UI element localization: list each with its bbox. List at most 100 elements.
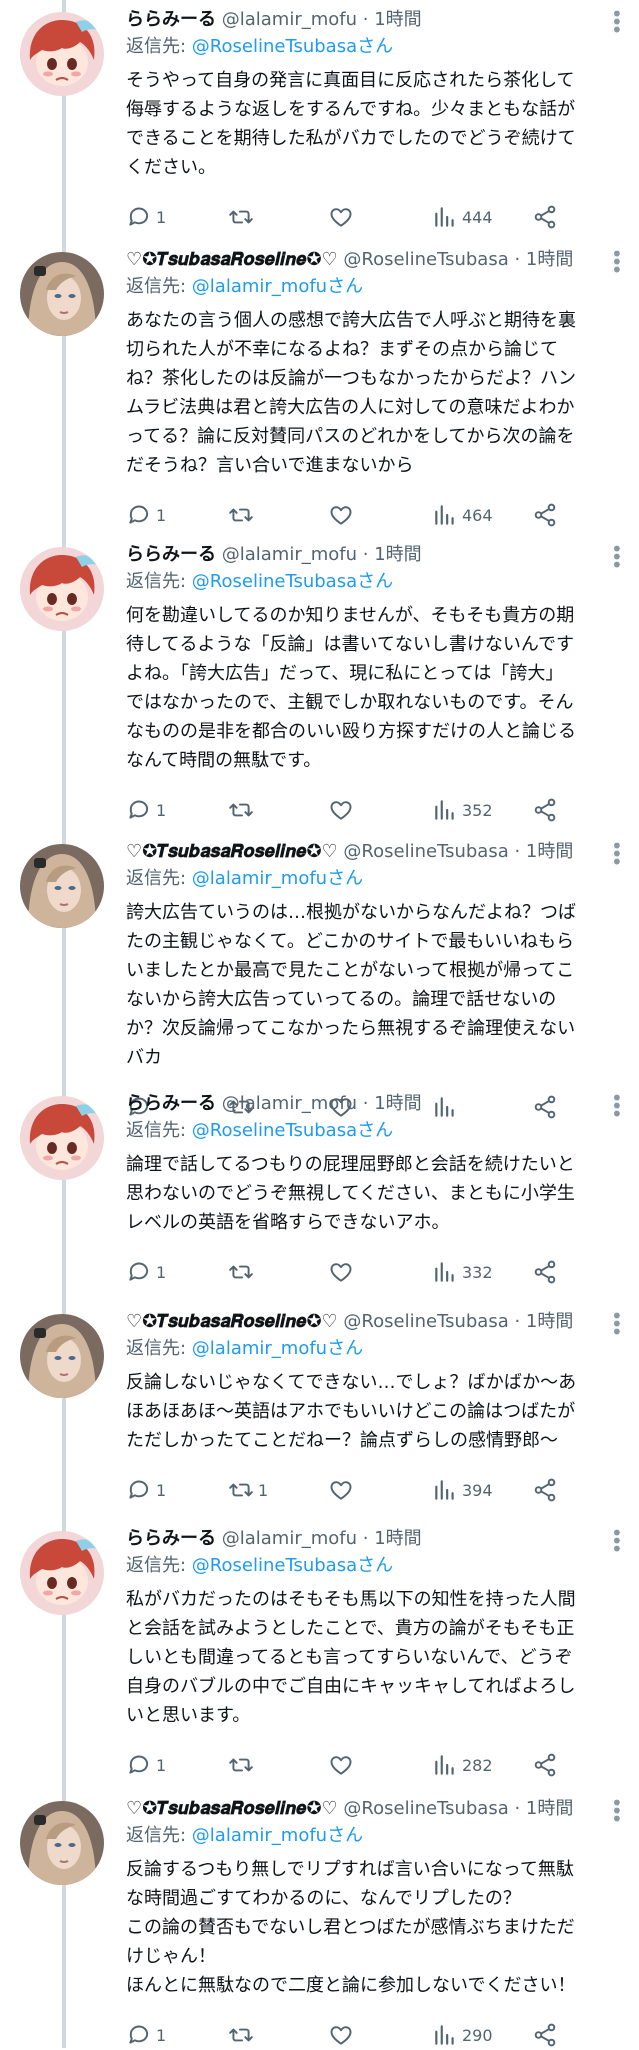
share-button[interactable] <box>532 500 558 530</box>
views-button[interactable]: 444 <box>432 202 493 232</box>
reply-to-line: 返信先: @lalamir_mofuさん <box>126 1823 611 1849</box>
user-handle[interactable]: @lalamir_mofu <box>222 1093 357 1114</box>
tweet-body: ららみーる @lalamir_mofu · 1時間 返信先: @Roseline… <box>126 1527 611 1730</box>
retweet-button[interactable]: 1 <box>228 1475 268 1505</box>
avatar[interactable] <box>20 1801 104 1885</box>
views-button[interactable]: 464 <box>432 500 493 530</box>
views-button[interactable]: 282 <box>432 1750 493 1780</box>
share-button[interactable] <box>532 1257 558 1287</box>
views-button[interactable]: 394 <box>432 1475 493 1505</box>
user-handle[interactable]: @RoselineTsubasa <box>343 1311 508 1332</box>
reply-mention[interactable]: @lalamir_mofuさん <box>192 276 363 297</box>
reply-button[interactable]: 1 <box>126 500 166 530</box>
like-button[interactable] <box>328 2020 358 2050</box>
user-handle[interactable]: @RoselineTsubasa <box>343 1798 508 1819</box>
more-options-icon[interactable]: • • • <box>611 244 623 280</box>
views-button[interactable]: 352 <box>432 795 493 825</box>
user-handle[interactable]: @lalamir_mofu <box>222 1528 357 1549</box>
user-handle[interactable]: @lalamir_mofu <box>222 544 357 565</box>
avatar[interactable] <box>20 547 104 631</box>
analytics-icon <box>435 207 454 227</box>
display-name[interactable]: ららみーる <box>126 544 216 565</box>
display-name[interactable]: ららみーる <box>126 1528 216 1549</box>
reply-icon <box>129 1755 149 1774</box>
reply-button[interactable]: 1 <box>126 2020 166 2050</box>
retweet-button[interactable] <box>228 1750 258 1780</box>
display-name[interactable]: ららみーる <box>126 9 216 30</box>
more-options-icon[interactable]: • • • <box>611 1088 623 1124</box>
more-options-icon[interactable]: • • • <box>611 1306 623 1342</box>
retweet-button[interactable] <box>228 202 258 232</box>
timestamp[interactable]: · 1時間 <box>509 841 573 862</box>
timestamp[interactable]: · 1時間 <box>357 9 422 30</box>
timestamp[interactable]: · 1時間 <box>509 1798 573 1819</box>
display-name[interactable]: ♡✪𝑻𝒔𝒖𝒃𝒂𝒔𝒂𝑹𝒐𝒔𝒆𝒍𝒊𝒏𝒆✪♡ <box>126 1311 338 1332</box>
share-icon <box>534 2023 556 2047</box>
retweet-button[interactable] <box>228 1257 258 1287</box>
reply-button[interactable]: 1 <box>126 1475 166 1505</box>
share-button[interactable] <box>532 202 558 232</box>
action-bar: 1 290 <box>126 2020 566 2050</box>
heart-icon <box>330 208 352 227</box>
timestamp[interactable]: · 1時間 <box>357 544 422 565</box>
user-handle[interactable]: @lalamir_mofu <box>222 9 357 30</box>
avatar[interactable] <box>20 844 104 928</box>
retweet-icon <box>229 1265 253 1279</box>
tweet-text: そうやって自身の発言に真面目に反応されたら茶化して 侮辱するような返しをするんで… <box>126 70 576 178</box>
more-options-icon[interactable]: • • • <box>611 1793 623 1829</box>
reply-to-line: 返信先: @RoselineTsubasaさん <box>126 34 611 60</box>
views-count: 444 <box>462 207 493 227</box>
avatar[interactable] <box>20 12 104 96</box>
like-button[interactable] <box>328 795 358 825</box>
share-button[interactable] <box>532 2020 558 2050</box>
reply-mention[interactable]: @RoselineTsubasaさん <box>192 36 393 57</box>
retweet-button[interactable] <box>228 500 258 530</box>
more-options-icon[interactable]: • • • <box>611 836 623 872</box>
retweet-icon <box>229 210 253 224</box>
reply-button[interactable]: 1 <box>126 1750 166 1780</box>
more-options-icon[interactable]: • • • <box>611 1523 623 1559</box>
display-name[interactable]: ららみーる <box>126 1093 216 1114</box>
reply-mention[interactable]: @RoselineTsubasaさん <box>192 571 393 592</box>
tweet-body: ♡✪𝑻𝒔𝒖𝒃𝒂𝒔𝒂𝑹𝒐𝒔𝒆𝒍𝒊𝒏𝒆✪♡ @RoselineTsubasa · 1… <box>126 1310 611 1455</box>
tweet-text: あなたの言う個人の感想で誇大広告で人呼ぶと期待を裏 切られた人が不幸になるよね？… <box>126 310 576 476</box>
views-button[interactable]: 290 <box>432 2020 493 2050</box>
tweet-body: ららみーる @lalamir_mofu · 1時間 返信先: @Roseline… <box>126 8 611 182</box>
display-name[interactable]: ♡✪𝑻𝒔𝒖𝒃𝒂𝒔𝒂𝑹𝒐𝒔𝒆𝒍𝒊𝒏𝒆✪♡ <box>126 1798 338 1819</box>
avatar[interactable] <box>20 252 104 336</box>
views-button[interactable]: 332 <box>432 1257 493 1287</box>
reply-button[interactable]: 1 <box>126 795 166 825</box>
retweet-icon <box>229 1758 253 1772</box>
like-button[interactable] <box>328 1475 358 1505</box>
more-options-icon[interactable]: • • • <box>611 539 623 575</box>
like-button[interactable] <box>328 1750 358 1780</box>
reply-mention[interactable]: @lalamir_mofuさん <box>192 1338 363 1359</box>
timestamp[interactable]: · 1時間 <box>357 1093 422 1114</box>
timestamp[interactable]: · 1時間 <box>357 1528 422 1549</box>
avatar[interactable] <box>20 1531 104 1615</box>
like-button[interactable] <box>328 1257 358 1287</box>
share-button[interactable] <box>532 1475 558 1505</box>
retweet-button[interactable] <box>228 2020 258 2050</box>
like-button[interactable] <box>328 202 358 232</box>
display-name[interactable]: ♡✪𝑻𝒔𝒖𝒃𝒂𝒔𝒂𝑹𝒐𝒔𝒆𝒍𝒊𝒏𝒆✪♡ <box>126 249 338 270</box>
share-button[interactable] <box>532 1750 558 1780</box>
avatar[interactable] <box>20 1314 104 1398</box>
reply-mention[interactable]: @lalamir_mofuさん <box>192 868 363 889</box>
reply-mention[interactable]: @RoselineTsubasaさん <box>192 1120 393 1141</box>
reply-mention[interactable]: @RoselineTsubasaさん <box>192 1555 393 1576</box>
timestamp[interactable]: · 1時間 <box>509 249 573 270</box>
reply-mention[interactable]: @lalamir_mofuさん <box>192 1825 363 1846</box>
timestamp[interactable]: · 1時間 <box>509 1311 573 1332</box>
reply-button[interactable]: 1 <box>126 1257 166 1287</box>
user-handle[interactable]: @RoselineTsubasa <box>343 249 508 270</box>
display-name[interactable]: ♡✪𝑻𝒔𝒖𝒃𝒂𝒔𝒂𝑹𝒐𝒔𝒆𝒍𝒊𝒏𝒆✪♡ <box>126 841 338 862</box>
share-icon <box>534 1753 556 1777</box>
user-handle[interactable]: @RoselineTsubasa <box>343 841 508 862</box>
more-options-icon[interactable]: • • • <box>611 4 623 40</box>
retweet-button[interactable] <box>228 795 258 825</box>
share-button[interactable] <box>532 795 558 825</box>
like-button[interactable] <box>328 500 358 530</box>
reply-button[interactable]: 1 <box>126 202 166 232</box>
avatar[interactable] <box>20 1096 104 1180</box>
